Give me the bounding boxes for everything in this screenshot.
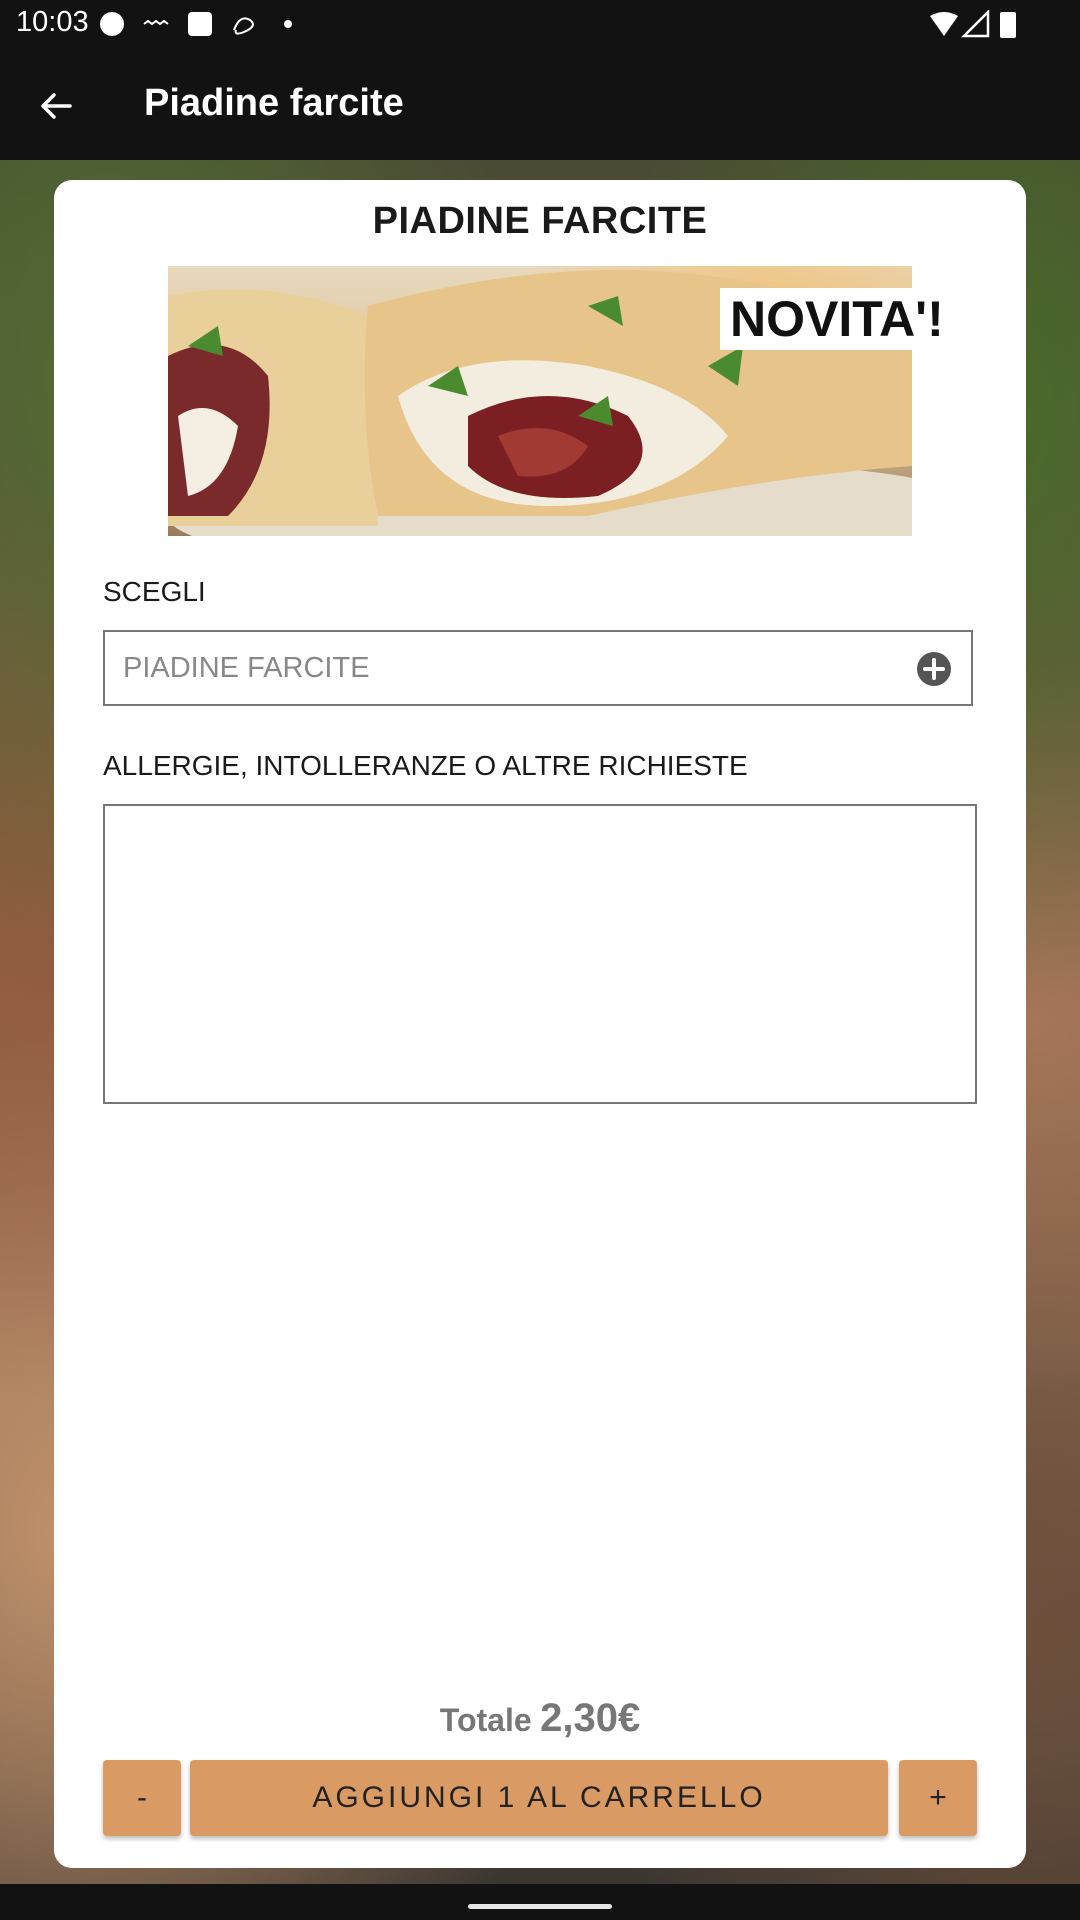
total: Totale 2,30€ [54,1696,1026,1741]
navigation-bar [0,1884,1080,1920]
allergies-label: ALLERGIE, INTOLLERANZE O ALTRE RICHIESTE [103,750,748,781]
increase-quantity-button[interactable]: + [899,1760,977,1836]
status-time: 10:03 [16,6,89,38]
choose-label: SCEGLI [103,576,206,607]
back-button[interactable] [28,78,84,134]
app-bar: Piadine farcite [0,48,1080,160]
total-label: Totale [439,1702,532,1738]
allergies-field[interactable] [103,804,977,1104]
system-status-icons [930,10,1016,38]
piadina-select[interactable]: PIADINE FARCITE [103,630,973,706]
novita-badge: NOVITA'! [720,288,954,350]
home-gesture-handle[interactable] [468,1904,612,1909]
arrow-left-icon [41,93,72,119]
page-title: Piadine farcite [144,82,404,124]
select-value: PIADINE FARCITE [123,652,370,684]
add-to-cart-button[interactable]: AGGIUNGI 1 AL CARRELLO [190,1760,888,1836]
total-value: 2,30€ [540,1696,641,1740]
product-title: PIADINE FARCITE [372,200,708,242]
decrease-quantity-button[interactable]: - [103,1760,181,1836]
status-bar: 10:03 [0,0,1080,48]
plus-circle-icon[interactable] [917,652,951,686]
product-card: PIADINE FARCITE NOVITA'! SCEGLI PIADINE … [54,180,1026,1868]
notification-icons [100,12,292,36]
